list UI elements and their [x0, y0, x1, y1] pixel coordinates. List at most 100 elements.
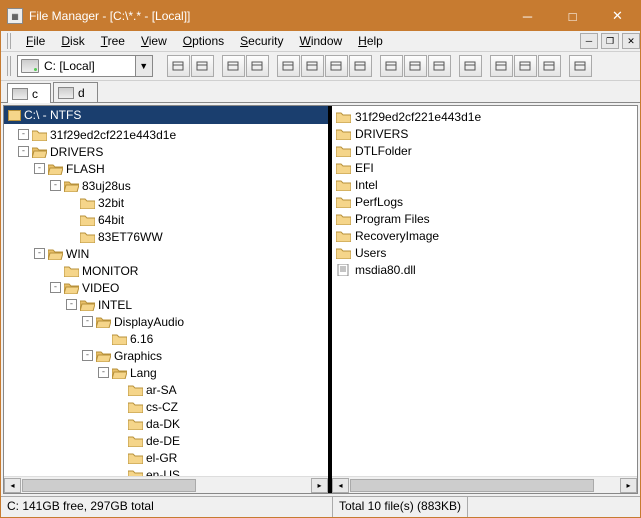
scroll-right-button[interactable]: ▸	[620, 478, 637, 493]
menu-file[interactable]: File	[19, 32, 52, 50]
tree-row[interactable]: de-DE	[4, 432, 328, 449]
tb-paste[interactable]	[514, 55, 537, 77]
list-item[interactable]: Intel	[332, 176, 637, 193]
folder-icon	[336, 247, 351, 259]
folder-icon	[128, 469, 143, 477]
tb-back[interactable]	[167, 55, 190, 77]
tb-tree[interactable]	[222, 55, 245, 77]
tree-row[interactable]: -VIDEO	[4, 279, 328, 296]
menu-disk[interactable]: Disk	[54, 32, 91, 50]
expand-toggle[interactable]: -	[50, 282, 61, 293]
tb-copy[interactable]	[490, 55, 513, 77]
tb-forward[interactable]	[191, 55, 214, 77]
tb-find[interactable]	[569, 55, 592, 77]
expand-toggle[interactable]: -	[82, 350, 93, 361]
statusbar: C: 141GB free, 297GB total Total 10 file…	[1, 496, 640, 517]
folder-icon	[64, 265, 79, 277]
chevron-down-icon[interactable]: ▼	[135, 56, 152, 76]
tree-row[interactable]: 6.16	[4, 330, 328, 347]
tb-sort1[interactable]	[380, 55, 403, 77]
tree-row[interactable]: 83ET76WW	[4, 228, 328, 245]
tree-item-label: en-US	[146, 468, 180, 477]
tree-row[interactable]: -31f29ed2cf221e443d1e	[4, 126, 328, 143]
tree-row[interactable]: -DisplayAudio	[4, 313, 328, 330]
expand-toggle[interactable]: -	[34, 163, 45, 174]
expand-toggle[interactable]: -	[50, 180, 61, 191]
list-hscrollbar[interactable]: ◂ ▸	[332, 476, 637, 493]
tree-item-label: ar-SA	[146, 383, 177, 397]
tb-list[interactable]	[246, 55, 269, 77]
menu-help[interactable]: Help	[351, 32, 390, 50]
tb-new[interactable]	[459, 55, 482, 77]
list-body[interactable]: 31f29ed2cf221e443d1eDRIVERSDTLFolderEFII…	[332, 106, 637, 476]
folder-icon	[80, 197, 95, 209]
list-item[interactable]: DTLFolder	[332, 142, 637, 159]
tree-row[interactable]: da-DK	[4, 415, 328, 432]
tree-row[interactable]: 64bit	[4, 211, 328, 228]
tree-row[interactable]: -INTEL	[4, 296, 328, 313]
menu-view[interactable]: View	[134, 32, 174, 50]
list-item[interactable]: DRIVERS	[332, 125, 637, 142]
window-title: File Manager - [C:\*.* - [Local]]	[29, 9, 505, 23]
titlebar[interactable]: ▦ File Manager - [C:\*.* - [Local]] ─ □ …	[1, 1, 640, 31]
tb-sort2[interactable]	[404, 55, 427, 77]
tree-row[interactable]: -WIN	[4, 245, 328, 262]
tb-view3[interactable]	[325, 55, 348, 77]
scroll-thumb[interactable]	[350, 479, 594, 492]
tree-row[interactable]: -Lang	[4, 364, 328, 381]
list-item[interactable]: Users	[332, 244, 637, 261]
tree-row[interactable]: -83uj28us	[4, 177, 328, 194]
drive-selector[interactable]: C: [Local] ▼	[17, 55, 153, 77]
tb-view1[interactable]	[277, 55, 300, 77]
drive-tab-c[interactable]: c	[7, 83, 51, 103]
tree-body[interactable]: -31f29ed2cf221e443d1e-DRIVERS-FLASH-83uj…	[4, 124, 328, 476]
mdi-restore-button[interactable]: ❐	[601, 33, 619, 49]
expand-toggle[interactable]: -	[98, 367, 109, 378]
scroll-left-button[interactable]: ◂	[4, 478, 21, 493]
tree-row[interactable]: 32bit	[4, 194, 328, 211]
tree-row[interactable]: -DRIVERS	[4, 143, 328, 160]
expand-toggle[interactable]: -	[66, 299, 77, 310]
tree-caption[interactable]: C:\ - NTFS	[4, 106, 328, 124]
mdi-minimize-button[interactable]: ─	[580, 33, 598, 49]
list-item[interactable]: PerfLogs	[332, 193, 637, 210]
menu-options[interactable]: Options	[176, 32, 231, 50]
tree-row[interactable]: ar-SA	[4, 381, 328, 398]
tree-row[interactable]: MONITOR	[4, 262, 328, 279]
toolbar-grip[interactable]	[7, 56, 13, 76]
scroll-left-button[interactable]: ◂	[332, 478, 349, 493]
folder-icon	[32, 129, 47, 141]
expand-toggle[interactable]: -	[18, 129, 29, 140]
list-item[interactable]: Program Files	[332, 210, 637, 227]
tree-row[interactable]: -FLASH	[4, 160, 328, 177]
app-window: ▦ File Manager - [C:\*.* - [Local]] ─ □ …	[0, 0, 641, 518]
tree-hscrollbar[interactable]: ◂ ▸	[4, 476, 328, 493]
tb-sort3[interactable]	[428, 55, 451, 77]
list-item[interactable]: msdia80.dll	[332, 261, 637, 278]
list-item[interactable]: EFI	[332, 159, 637, 176]
maximize-button[interactable]: □	[550, 2, 595, 31]
close-button[interactable]: ✕	[595, 2, 640, 31]
expand-toggle[interactable]: -	[18, 146, 29, 157]
menu-security[interactable]: Security	[233, 32, 290, 50]
tree-item-label: cs-CZ	[146, 400, 178, 414]
menu-window[interactable]: Window	[292, 32, 349, 50]
tb-delete[interactable]	[538, 55, 561, 77]
scroll-thumb[interactable]	[22, 479, 196, 492]
menu-tree[interactable]: Tree	[94, 32, 132, 50]
expand-toggle[interactable]: -	[82, 316, 93, 327]
tree-row[interactable]: el-GR	[4, 449, 328, 466]
scroll-right-button[interactable]: ▸	[311, 478, 328, 493]
tree-row[interactable]: cs-CZ	[4, 398, 328, 415]
tree-row[interactable]: -Graphics	[4, 347, 328, 364]
tb-view4[interactable]	[349, 55, 372, 77]
minimize-button[interactable]: ─	[505, 2, 550, 31]
mdi-close-button[interactable]: ✕	[622, 33, 640, 49]
tb-view2[interactable]	[301, 55, 324, 77]
menubar-grip[interactable]	[7, 33, 13, 49]
expand-toggle[interactable]: -	[34, 248, 45, 259]
list-item[interactable]: RecoveryImage	[332, 227, 637, 244]
list-item[interactable]: 31f29ed2cf221e443d1e	[332, 108, 637, 125]
drive-tab-d[interactable]: d	[53, 82, 98, 102]
tree-row[interactable]: en-US	[4, 466, 328, 476]
